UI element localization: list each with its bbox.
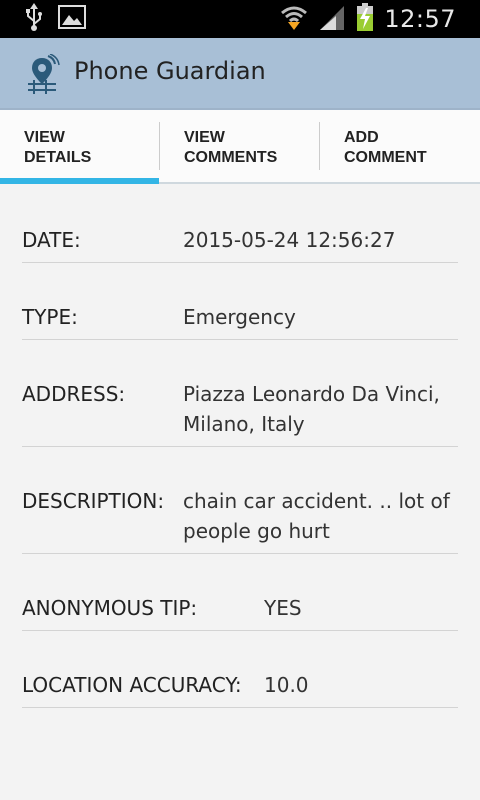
status-bar: 12:57 [0, 0, 480, 38]
tab-label-line1: VIEW [24, 129, 65, 146]
detail-row-anonymous-tip: ANONYMOUS TIP: YES [22, 554, 458, 631]
tab-label-line1: VIEW [184, 129, 225, 146]
details-list: DATE: 2015-05-24 12:56:27 TYPE: Emergenc… [22, 182, 458, 708]
tab-view-comments[interactable]: VIEW COMMENTS [160, 110, 320, 182]
tab-label-line2: DETAILS [24, 149, 92, 166]
detail-row-description: DESCRIPTION: chain car accident. .. lot … [22, 447, 458, 554]
address-label: ADDRESS: [22, 382, 126, 406]
detail-row-address: ADDRESS: Piazza Leonardo Da Vinci, Milan… [22, 340, 458, 447]
tab-label-line2: COMMENTS [184, 149, 278, 166]
type-label: TYPE: [22, 305, 78, 329]
description-value-line2: people go hurt [183, 519, 330, 543]
detail-row-date: DATE: 2015-05-24 12:56:27 [22, 182, 458, 263]
location-accuracy-label: LOCATION ACCURACY: [22, 673, 242, 697]
date-value: 2015-05-24 12:56:27 [183, 228, 396, 252]
action-bar: Phone Guardian [0, 38, 480, 110]
address-value-line1: Piazza Leonardo Da Vinci, [183, 382, 440, 406]
clock-time: 12:57 [384, 5, 456, 33]
signal-icon [318, 4, 346, 34]
tab-label-line1: ADD [344, 129, 379, 146]
address-value-line2: Milano, Italy [183, 412, 305, 436]
app-title: Phone Guardian [74, 57, 266, 85]
location-pin-icon[interactable] [24, 53, 60, 94]
usb-icon [24, 3, 44, 35]
detail-row-type: TYPE: Emergency [22, 263, 458, 340]
tab-label-line2: COMMENT [344, 149, 427, 166]
anonymous-tip-label: ANONYMOUS TIP: [22, 596, 198, 620]
detail-row-location-accuracy: LOCATION ACCURACY: 10.0 [22, 631, 458, 708]
type-value: Emergency [183, 305, 296, 329]
wifi-icon [280, 4, 308, 34]
tab-view-details[interactable]: VIEW DETAILS [0, 110, 160, 184]
tab-bar: VIEW DETAILS VIEW COMMENTS ADD COMMENT [0, 110, 480, 184]
date-label: DATE: [22, 228, 81, 252]
gallery-icon [58, 5, 86, 33]
anonymous-tip-value: YES [264, 596, 302, 620]
description-value-line1: chain car accident. .. lot of [183, 489, 450, 513]
description-label: DESCRIPTION: [22, 489, 165, 513]
battery-charging-icon [356, 3, 374, 35]
location-accuracy-value: 10.0 [264, 673, 309, 697]
tab-add-comment[interactable]: ADD COMMENT [320, 110, 480, 182]
